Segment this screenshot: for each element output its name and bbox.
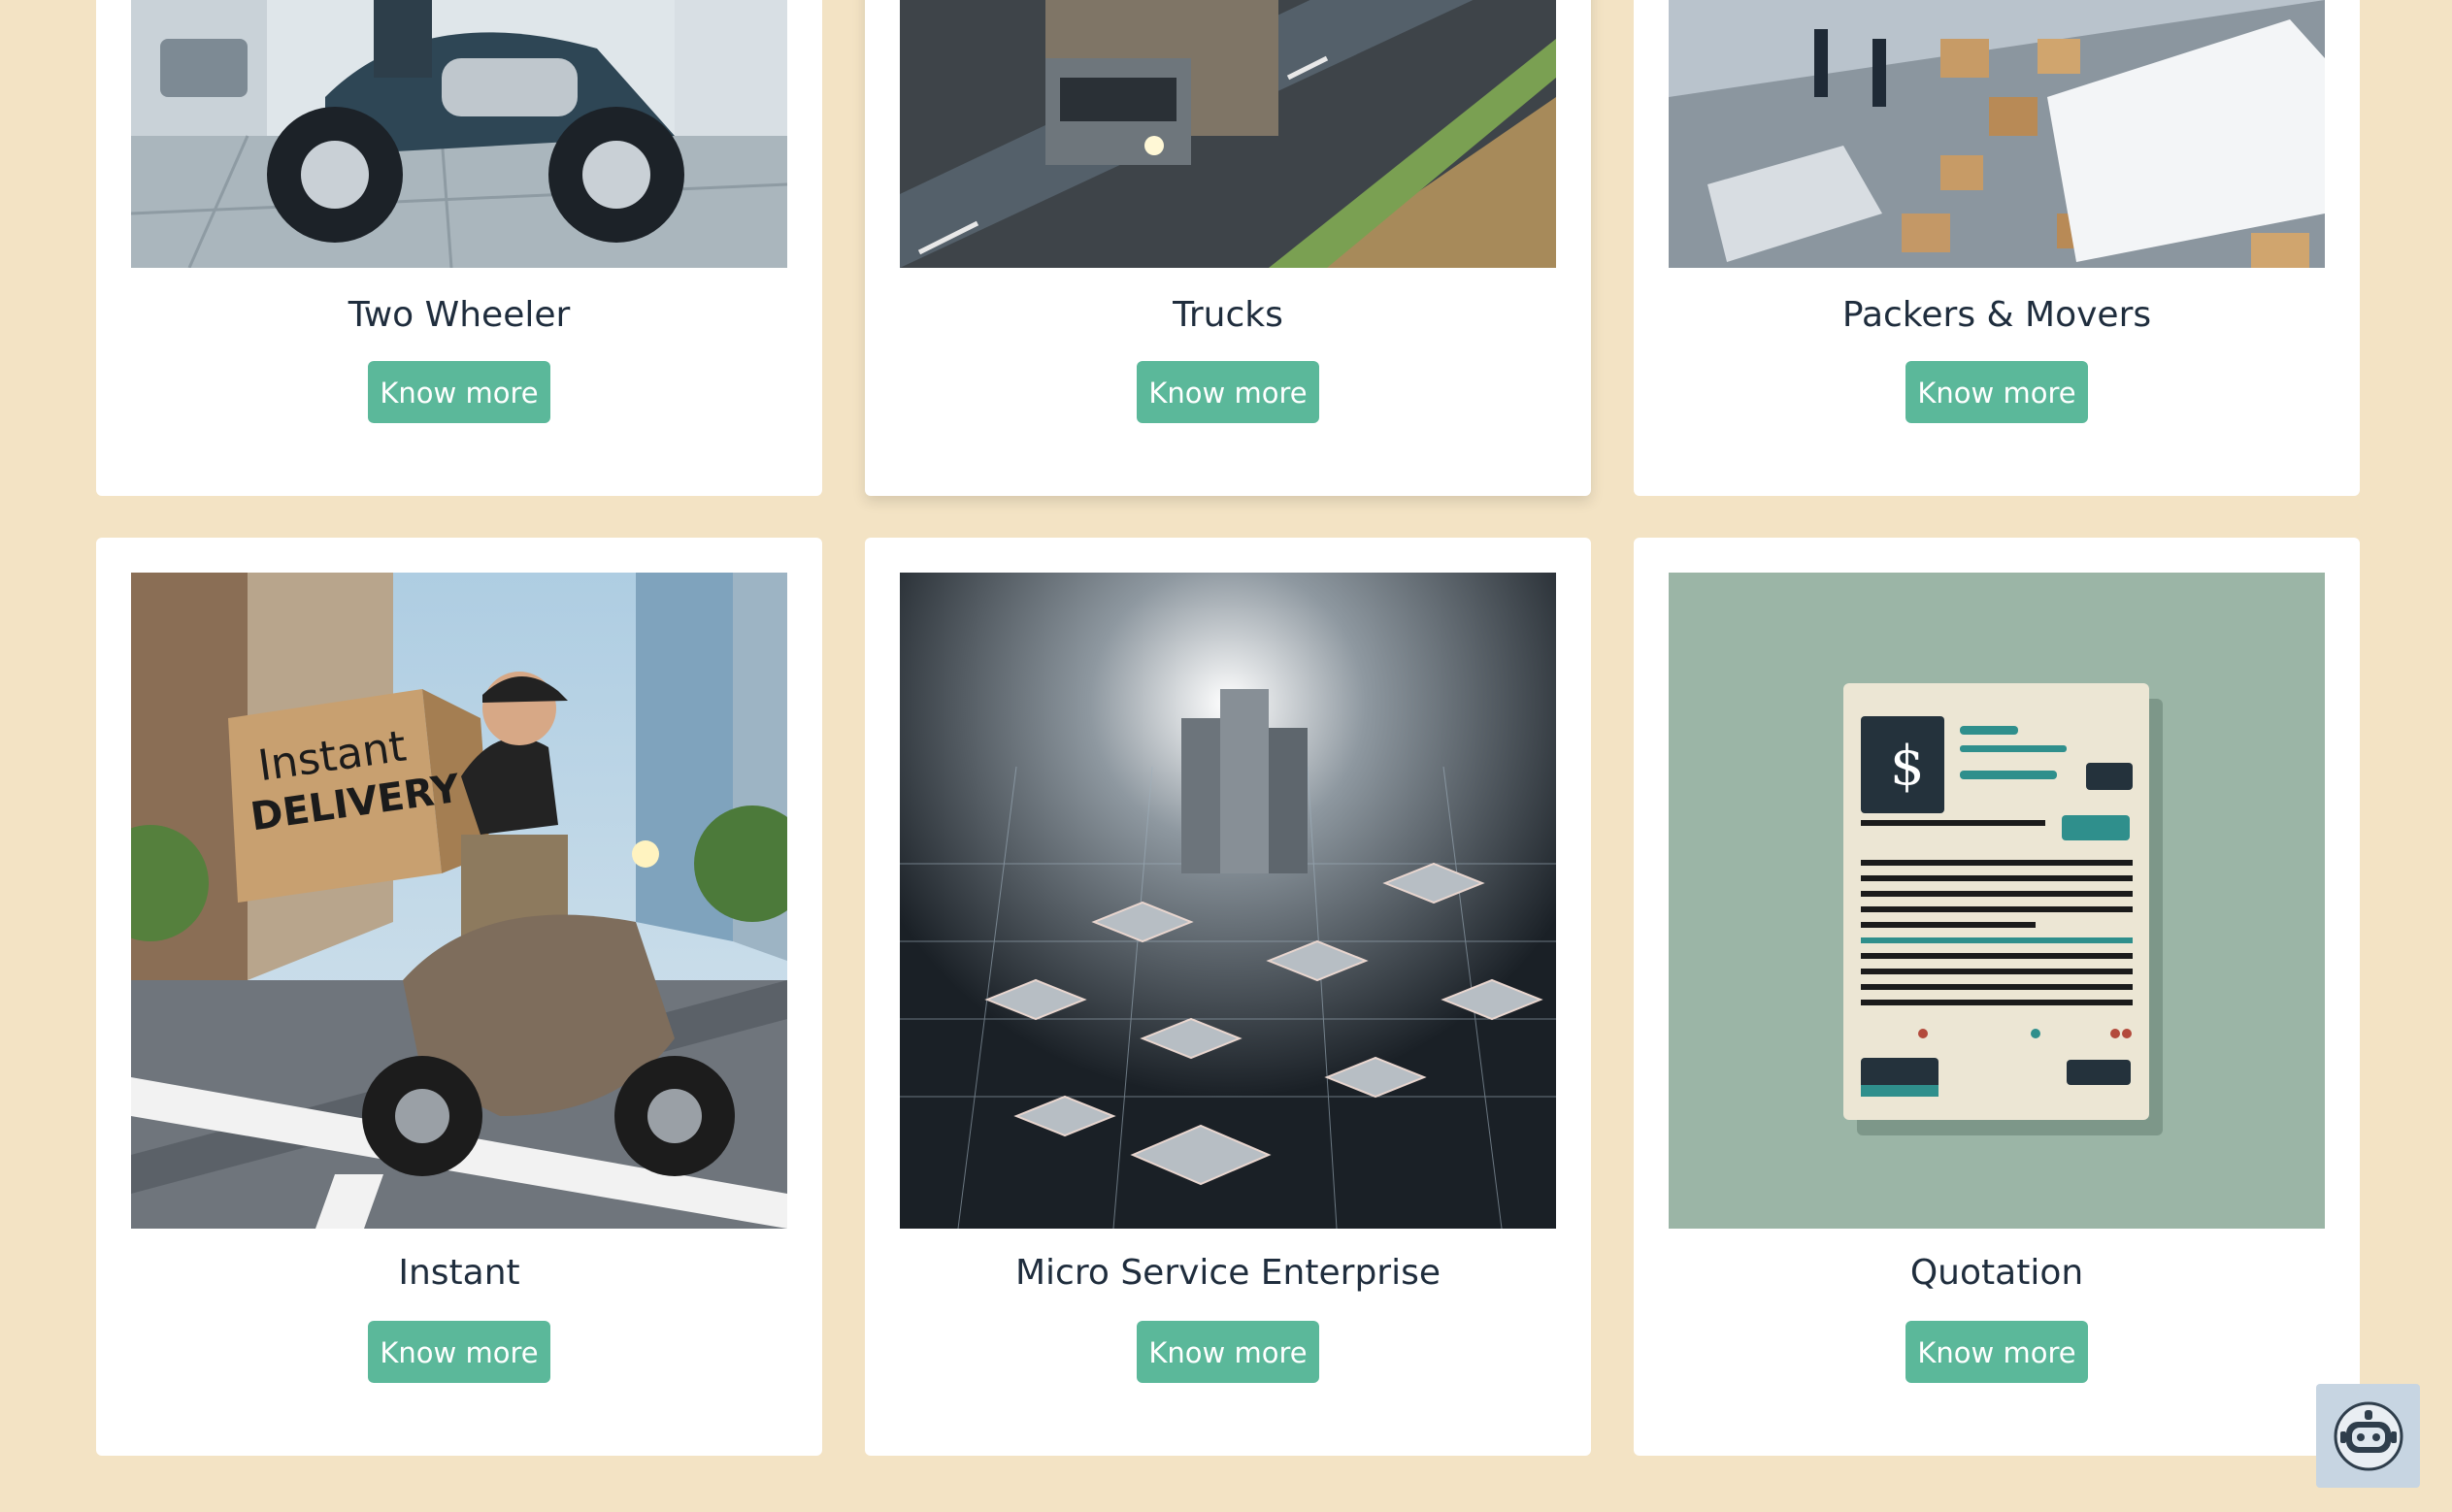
service-title: Micro Service Enterprise: [1014, 1253, 1441, 1293]
service-card-two-wheeler: Two Wheeler Know more: [96, 0, 822, 496]
chatbot-button[interactable]: [2316, 1384, 2420, 1488]
robot-icon: [2334, 1401, 2402, 1470]
service-card-quotation: $ Quotation Know more: [1634, 538, 2360, 1456]
service-card-instant: Instant DELIVERY Instant Know more: [96, 538, 822, 1456]
service-title: Two Wheeler: [348, 295, 571, 335]
service-title: Instant: [398, 1253, 520, 1293]
svg-text:$: $: [1890, 735, 1925, 798]
service-card-packers-movers: Packers & Movers Know more: [1634, 0, 2360, 496]
quotation-image: $: [1669, 573, 2325, 1229]
know-more-button[interactable]: Know more: [1905, 361, 2088, 423]
two-wheeler-image: [131, 0, 787, 268]
instant-delivery-image: Instant DELIVERY: [131, 573, 787, 1229]
know-more-button[interactable]: Know more: [1905, 1321, 2088, 1383]
know-more-button[interactable]: Know more: [368, 361, 550, 423]
trucks-image: [900, 0, 1556, 268]
service-card-trucks: Trucks Know more: [865, 0, 1591, 496]
service-title: Trucks: [1173, 295, 1283, 335]
know-more-button[interactable]: Know more: [1137, 1321, 1319, 1383]
packers-movers-image: [1669, 0, 2325, 268]
service-title: Packers & Movers: [1841, 295, 2152, 335]
service-title: Quotation: [1909, 1253, 2084, 1293]
service-card-micro-service-enterprise: Micro Service Enterprise Know more: [865, 538, 1591, 1456]
micro-service-enterprise-image: [900, 573, 1556, 1229]
know-more-button[interactable]: Know more: [1137, 361, 1319, 423]
know-more-button[interactable]: Know more: [368, 1321, 550, 1383]
